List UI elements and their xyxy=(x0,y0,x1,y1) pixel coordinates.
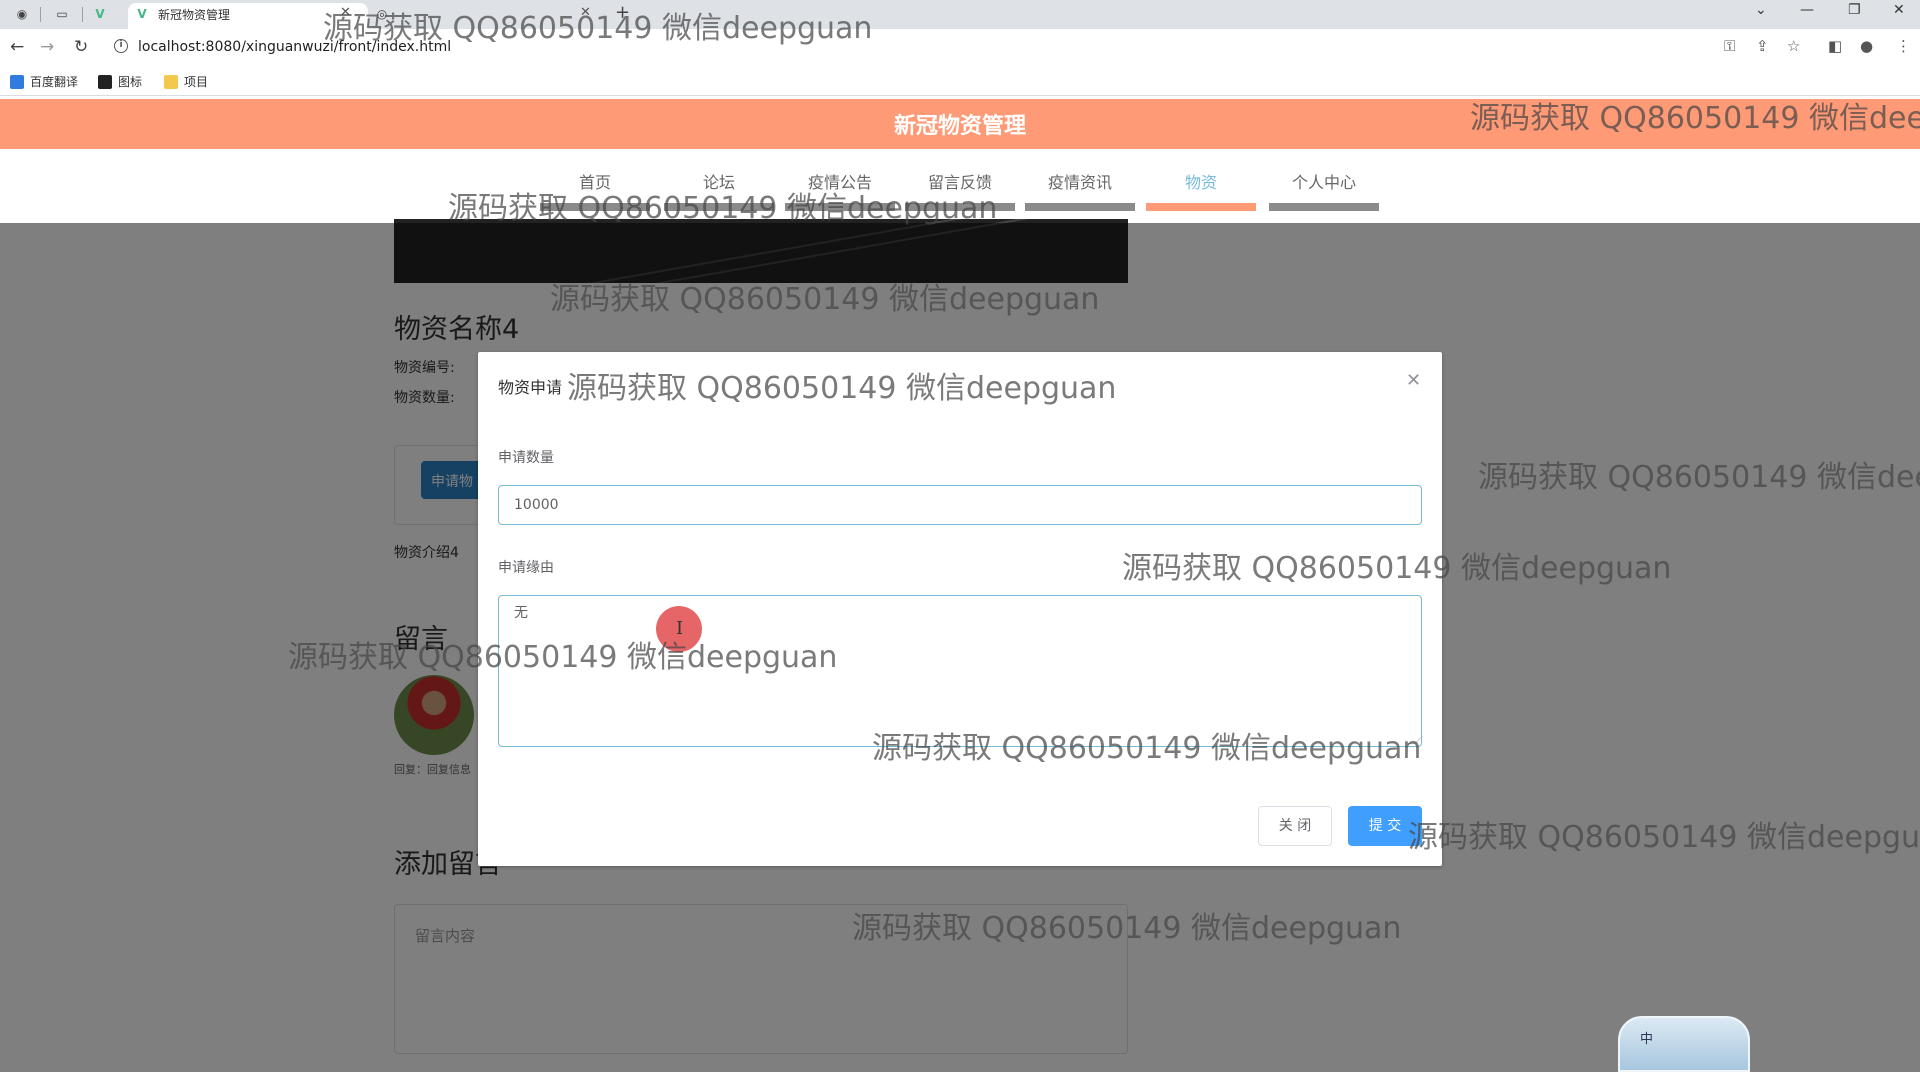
bookmark-label: 图标 xyxy=(118,75,143,89)
bookmarks-bar: 百度翻译 图标 项目 xyxy=(0,66,1920,96)
side-panel-icon[interactable]: ◧ xyxy=(1828,37,1842,55)
nav-item-profile[interactable]: 个人中心 xyxy=(1269,149,1379,211)
nav-label: 个人中心 xyxy=(1291,173,1356,192)
folder-icon xyxy=(164,74,178,89)
site-title: 新冠物资管理 xyxy=(893,114,1026,139)
quantity-input[interactable]: 10000 xyxy=(498,485,1422,525)
submit-button[interactable]: 提 交 xyxy=(1348,806,1422,846)
nav-underline xyxy=(540,203,650,211)
nav-item-supplies[interactable]: 物资 xyxy=(1146,149,1256,211)
site-header: 新冠物资管理 xyxy=(0,99,1920,149)
active-tab-title: 新冠物资管理 xyxy=(158,8,231,22)
nav-label: 论坛 xyxy=(702,173,735,192)
nav-item-news[interactable]: 疫情资讯 xyxy=(1025,149,1135,211)
reason-value: 无 xyxy=(514,605,528,621)
nav-underline xyxy=(1025,203,1135,211)
tab-close-icon[interactable]: ✕ xyxy=(580,5,591,20)
key-icon[interactable]: ⚿ xyxy=(1724,37,1735,55)
nav-item-forum[interactable]: 论坛 xyxy=(664,149,774,211)
nav-underline xyxy=(785,203,895,211)
nav-label: 首页 xyxy=(578,173,611,192)
nav-label: 物资 xyxy=(1184,173,1217,192)
ime-widget[interactable]: 中 xyxy=(1618,1016,1750,1072)
nav-item-home[interactable]: 首页 xyxy=(540,149,650,211)
back-icon[interactable]: ← xyxy=(10,37,24,57)
new-tab-icon[interactable]: + xyxy=(615,2,630,23)
supply-apply-dialog: 物资申请 ✕ 申请数量 10000 申请缘由 无 I 关 闭 提 交 xyxy=(478,352,1442,866)
vue-favicon-icon: V xyxy=(137,7,147,21)
reason-label: 申请缘由 xyxy=(498,560,554,576)
nav-label: 疫情资讯 xyxy=(1047,173,1112,192)
image-icon xyxy=(98,74,112,89)
quantity-label: 申请数量 xyxy=(498,450,554,466)
blank-tab-icon[interactable]: ▭ xyxy=(54,6,70,22)
dialog-close-icon[interactable]: ✕ xyxy=(1406,370,1421,391)
resize-handle-icon[interactable] xyxy=(1407,736,1423,744)
tab-close-icon[interactable]: ✕ xyxy=(340,5,351,20)
forward-icon[interactable]: → xyxy=(40,37,54,57)
main-nav: 首页 论坛 疫情公告 留言反馈 疫情资讯 物资 个人中心 xyxy=(0,149,1920,219)
vue-tab-icon[interactable]: V xyxy=(92,6,108,22)
globe-icon: ◎ xyxy=(376,7,388,21)
reload-icon[interactable]: ↻ xyxy=(74,37,88,57)
tab-divider xyxy=(40,7,41,22)
nav-underline xyxy=(905,203,1015,211)
bookmark-item[interactable]: 项目 xyxy=(164,73,208,90)
close-button[interactable]: 关 闭 xyxy=(1258,806,1332,846)
profile-icon[interactable]: ● xyxy=(1860,37,1873,55)
ime-mode: 中 xyxy=(1640,1032,1654,1047)
nav-underline xyxy=(664,203,774,211)
address-bar: ← → ↻ i localhost:8080/xinguanwuzi/front… xyxy=(0,29,1920,66)
bookmark-star-icon[interactable]: ☆ xyxy=(1787,37,1800,55)
nav-underline xyxy=(1269,203,1379,211)
nav-label: 疫情公告 xyxy=(807,173,872,192)
incognito-icon[interactable]: ◉ xyxy=(14,6,30,22)
site-info-icon[interactable]: i xyxy=(114,39,128,53)
tab-search-icon[interactable]: ⌄ xyxy=(1755,2,1767,18)
dialog-title: 物资申请 xyxy=(498,378,563,397)
bookmark-item[interactable]: 图标 xyxy=(98,73,142,90)
reason-textarea[interactable]: 无 xyxy=(498,595,1423,747)
window-close-icon[interactable]: ✕ xyxy=(1893,2,1905,18)
minimize-icon[interactable]: — xyxy=(1800,2,1814,18)
tab-divider xyxy=(82,7,83,22)
bookmark-label: 项目 xyxy=(184,75,209,89)
url-field[interactable]: localhost:8080/xinguanwuzi/front/index.h… xyxy=(138,39,451,55)
nav-item-announcement[interactable]: 疫情公告 xyxy=(785,149,895,211)
bookmark-item[interactable]: 百度翻译 xyxy=(10,73,78,90)
browser-tab-bar: ◉ ▭ V V 新冠物资管理 ✕ ◎ ✕ + ⌄ — ❐ ✕ xyxy=(0,0,1920,29)
nav-label: 留言反馈 xyxy=(927,173,992,192)
nav-item-feedback[interactable]: 留言反馈 xyxy=(905,149,1015,211)
restore-icon[interactable]: ❐ xyxy=(1848,2,1861,18)
share-icon[interactable]: ⇪ xyxy=(1756,37,1769,55)
menu-icon[interactable]: ⋮ xyxy=(1896,37,1911,55)
bookmark-label: 百度翻译 xyxy=(30,75,79,89)
translate-icon xyxy=(10,74,24,89)
text-cursor-icon: I xyxy=(676,618,684,639)
nav-underline xyxy=(1146,203,1256,211)
